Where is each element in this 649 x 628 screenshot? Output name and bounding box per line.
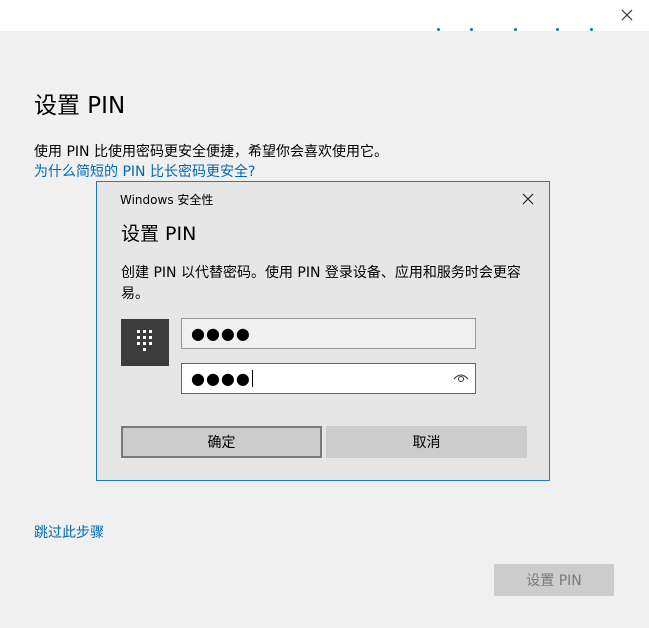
new-pin-input[interactable]: ●●●● bbox=[181, 318, 476, 349]
why-pin-link[interactable]: 为什么简短的 PIN 比长密码更安全? bbox=[34, 161, 255, 181]
dialog-description: 创建 PIN 以代替密码。使用 PIN 登录设备、应用和服务时会更容易。 bbox=[121, 265, 521, 302]
confirm-pin-value: ●●●● bbox=[191, 369, 251, 388]
dialog-caption: Windows 安全性 bbox=[120, 193, 214, 207]
page-description: 使用 PIN 比使用密码更安全便捷，希望你会喜欢使用它。 bbox=[34, 144, 388, 160]
new-pin-value: ●●●● bbox=[191, 324, 251, 343]
page-title: 设置 PIN bbox=[34, 93, 126, 119]
dialog-title: 设置 PIN bbox=[121, 223, 197, 245]
text-caret bbox=[251, 370, 253, 387]
set-pin-button[interactable]: 设置 PIN bbox=[494, 564, 614, 596]
progress-dots bbox=[432, 26, 602, 38]
keypad-icon bbox=[121, 319, 169, 366]
ok-button[interactable]: 确定 bbox=[121, 426, 322, 458]
cancel-button[interactable]: 取消 bbox=[326, 426, 527, 458]
close-icon[interactable] bbox=[521, 192, 535, 206]
eye-icon[interactable] bbox=[453, 372, 469, 384]
confirm-pin-input[interactable]: ●●●● bbox=[181, 363, 476, 394]
close-icon[interactable] bbox=[619, 7, 635, 23]
skip-step-link[interactable]: 跳过此步骤 bbox=[34, 522, 104, 542]
security-dialog: Windows 安全性 设置 PIN 创建 PIN 以代替密码。使用 PIN 登… bbox=[96, 181, 550, 481]
